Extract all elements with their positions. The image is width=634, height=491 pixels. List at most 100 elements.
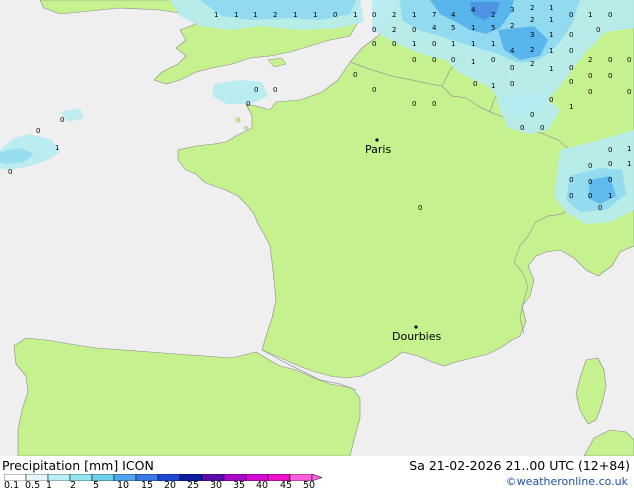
- precip-value: 0: [530, 111, 534, 119]
- precip-value: 2: [530, 46, 534, 54]
- precip-value: 0: [254, 86, 258, 94]
- precip-value: 0: [569, 78, 573, 86]
- legend-label: 0.1: [4, 480, 20, 491]
- precip-value: 0: [627, 56, 631, 64]
- forecast-datetime: Sa 21-02-2026 21..00 UTC (12+84): [409, 458, 630, 473]
- precip-value: 0: [432, 100, 436, 108]
- legend-label: 0.5: [25, 480, 41, 491]
- precip-value: 0: [588, 192, 592, 200]
- precip-value: 1: [491, 82, 495, 90]
- precip-value: 0: [588, 178, 592, 186]
- precip-value: 0: [451, 56, 455, 64]
- precip-value: 0: [549, 96, 553, 104]
- precip-value: 0: [333, 11, 337, 19]
- precip-value: 5: [451, 24, 455, 32]
- precip-value: 0: [392, 40, 396, 48]
- precip-value: 1: [313, 11, 317, 19]
- precip-value: 1: [627, 160, 631, 168]
- credit-link[interactable]: ©weatheronline.co.uk: [506, 475, 628, 488]
- land-channel-island: [235, 117, 241, 123]
- precip-value: 1: [588, 11, 592, 19]
- precip-value: 0: [491, 56, 495, 64]
- precip-value: 0: [432, 56, 436, 64]
- map-title: Precipitation [mm] ICON: [2, 458, 154, 473]
- legend-label: 20: [164, 480, 177, 491]
- precip-value: 1: [471, 24, 475, 32]
- precip-value: 0: [372, 11, 376, 19]
- precip-value: 0: [569, 31, 573, 39]
- precip-value: 0: [608, 72, 612, 80]
- precip-value: 0: [246, 100, 250, 108]
- precip-value: 0: [353, 71, 357, 79]
- precip-value: 0: [473, 80, 477, 88]
- land-channel-island: [244, 126, 248, 130]
- precip-value: 0: [8, 168, 12, 176]
- legend-label: 30: [210, 480, 223, 491]
- precip-value: 2: [530, 4, 534, 12]
- precip-value: 1: [549, 16, 553, 24]
- precip-value: 1: [549, 31, 553, 39]
- precip-value: 7: [432, 11, 436, 19]
- legend-label: 25: [187, 480, 200, 491]
- legend-label: 15: [141, 480, 154, 491]
- precip-value: 0: [372, 86, 376, 94]
- precip-value: 1: [549, 65, 553, 73]
- precip-value: 0: [412, 26, 416, 34]
- precip-value: 0: [569, 176, 573, 184]
- precip-value: 0: [608, 160, 612, 168]
- precip-value: 0: [598, 204, 602, 212]
- precip-value: 2: [392, 11, 396, 19]
- precip-value: 3: [530, 31, 534, 39]
- legend-label: 45: [280, 480, 293, 491]
- precip-value: 1: [549, 47, 553, 55]
- precip-value: 4: [471, 6, 476, 14]
- precip-value: 2: [491, 11, 495, 19]
- precip-value: 1: [234, 11, 238, 19]
- precip-value: 0: [608, 146, 612, 154]
- precip-value: 5: [491, 24, 495, 32]
- precip-value: 3: [510, 6, 514, 14]
- precip-value: 2: [510, 22, 514, 30]
- precip-value: 0: [608, 56, 612, 64]
- precip-value: 0: [596, 26, 600, 34]
- precip-value: 0: [569, 64, 573, 72]
- precip-value: 0: [412, 56, 416, 64]
- precip-value: 2: [530, 16, 534, 24]
- legend-label: 5: [93, 480, 100, 491]
- precip-value: 0: [588, 162, 592, 170]
- precip-value: 1: [293, 11, 297, 19]
- precip-value: 0: [608, 11, 612, 19]
- precip-value: 1: [353, 11, 357, 19]
- precip-value: 4: [451, 11, 456, 19]
- precip-value: 1: [627, 145, 631, 153]
- legend-label: 2: [70, 480, 77, 491]
- precip-value: 1: [55, 144, 59, 152]
- city-marker: [375, 138, 379, 142]
- precip-value: 0: [588, 72, 592, 80]
- precip-value: 1: [214, 11, 218, 19]
- precip-value: 1: [549, 4, 553, 12]
- precip-value: 0: [608, 176, 612, 184]
- precip-value: 0: [372, 40, 376, 48]
- city-marker: [414, 325, 418, 329]
- precip-value: 0: [627, 88, 631, 96]
- precip-value: 1: [608, 192, 612, 200]
- precip-value: 0: [418, 204, 422, 212]
- precip-value: 4: [510, 47, 515, 55]
- legend-label: 40: [256, 480, 269, 491]
- precip-value: 0: [60, 116, 64, 124]
- precip-value: 1: [253, 11, 257, 19]
- precip-value: 0: [510, 80, 514, 88]
- precip-value: 0: [372, 26, 376, 34]
- precip-value: 0: [569, 11, 573, 19]
- precip-value: 1: [412, 11, 416, 19]
- legend-label: 35: [233, 480, 246, 491]
- precip-value: 2: [588, 56, 592, 64]
- legend-label: 1: [46, 480, 53, 491]
- legend-label: 50: [303, 480, 316, 491]
- precip-value: 0: [540, 124, 544, 132]
- precip-value: 0: [569, 47, 573, 55]
- city-label: Paris: [365, 143, 391, 156]
- precip-value: 1: [412, 40, 416, 48]
- legend-labels: 0.1 0.5 1 2 5 10 15 20 25 30 35 40 45 50: [0, 480, 330, 491]
